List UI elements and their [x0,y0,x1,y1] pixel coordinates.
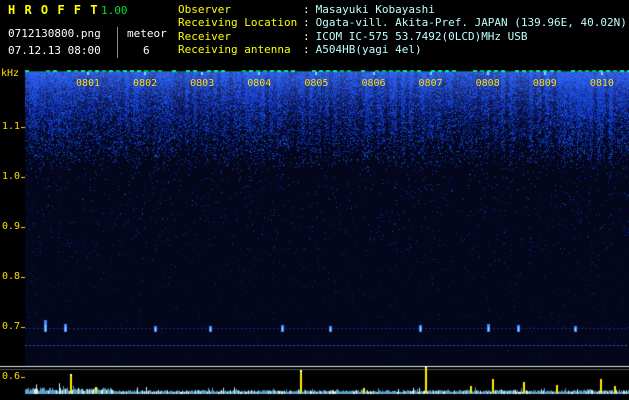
header-bar: H R O F F T 1.00 0712130800.png 07.12.13… [0,0,629,70]
info-separator: : [303,43,310,57]
info-row: Receiving antenna: A504HB(yagi 4el) [178,43,627,56]
meteor-count-value: 6 [143,44,150,57]
info-separator: : [303,16,310,30]
info-row: Receiver: ICOM IC-575 53.7492(0LCD)MHz US… [178,30,627,43]
info-row: Observer: Masayuki Kobayashi [178,3,627,16]
meteor-count-label: meteor [127,27,167,40]
app-version: 1.00 [101,4,128,17]
info-value: A504HB(yagi 4el) [315,43,422,57]
output-filename: 0712130800.png [8,27,101,40]
info-row: Receiving Location: Ogata-vill. Akita-Pre… [178,16,627,29]
info-label: Receiver [178,29,231,43]
info-value: Masayuki Kobayashi [315,3,435,16]
info-label: Receiving Location [178,16,298,30]
info-separator: : [303,3,310,16]
info-separator: : [303,29,310,43]
observation-timestamp: 07.12.13 08:00 [8,44,101,57]
app-title: H R O F F T [8,3,99,17]
info-label: Observer [178,3,231,16]
info-value: Ogata-vill. Akita-Pref. JAPAN (139.96E, … [315,16,627,30]
station-info: Observer: Masayuki Kobayashi Receiving Loc… [178,3,627,57]
hrofft-output: H R O F F T 1.00 0712130800.png 07.12.13… [0,0,629,400]
info-value: ICOM IC-575 53.7492(0LCD)MHz USB [315,29,528,43]
info-label: Receiving antenna [178,43,291,57]
meteor-box-divider [117,27,118,58]
